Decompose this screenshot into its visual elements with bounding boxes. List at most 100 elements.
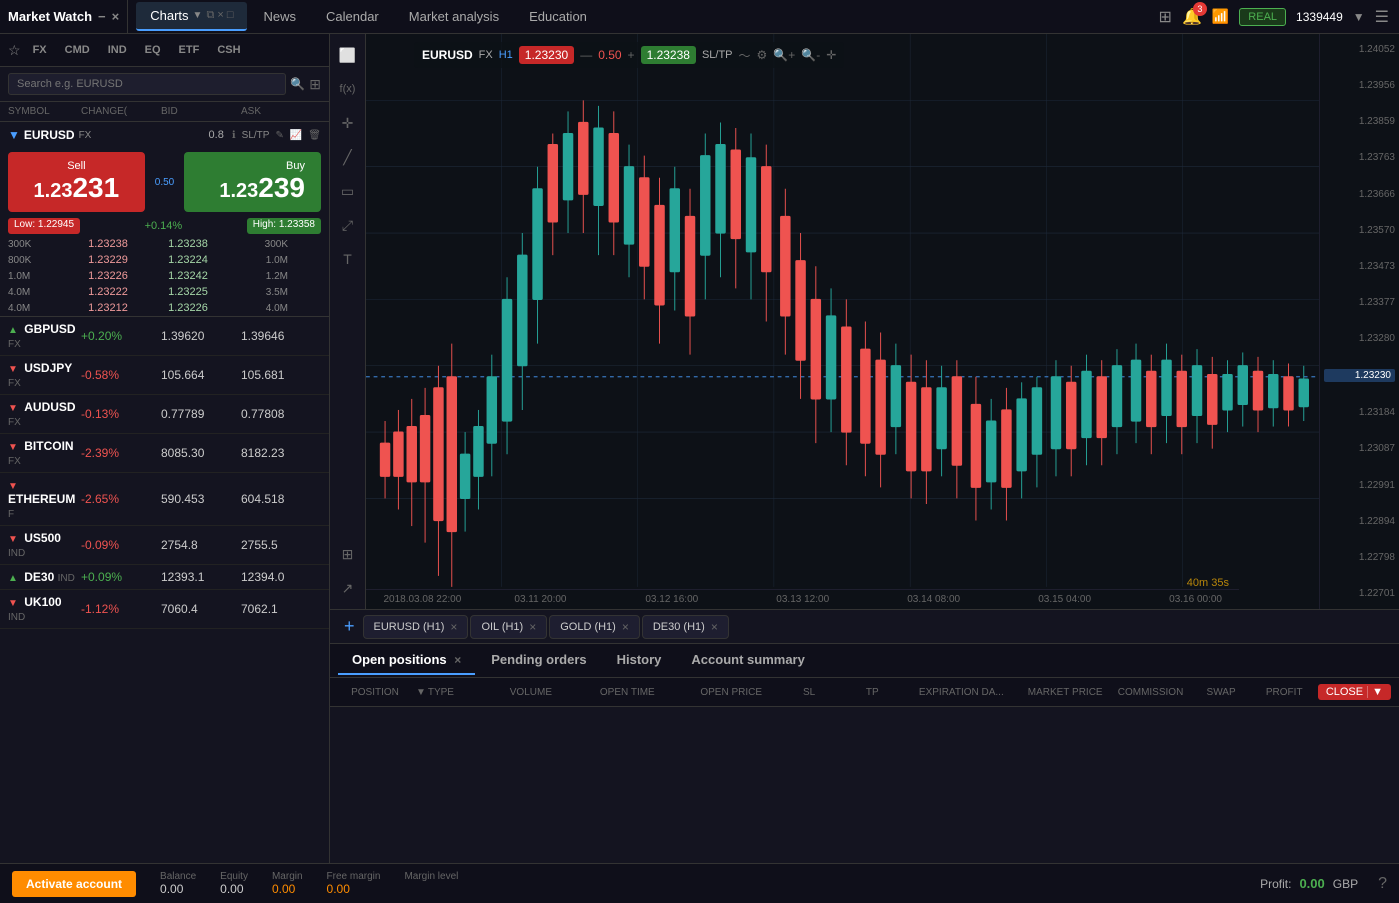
chart-tab-gold-close[interactable]: × (622, 620, 629, 634)
chart-icon[interactable]: 📈 (290, 130, 302, 141)
chart-settings-icon[interactable]: ⚙ (757, 48, 768, 62)
high-price-label: High: 1.23358 (247, 218, 321, 234)
minimize-icon[interactable]: − (98, 9, 106, 24)
tab-account-summary[interactable]: Account summary (677, 646, 818, 675)
account-summary-label: Account summary (691, 652, 804, 667)
footer-right: Profit: 0.00 GBP ? (1260, 875, 1387, 893)
activate-account-button[interactable]: Activate account (12, 871, 136, 897)
star-icon[interactable]: ☆ (8, 42, 21, 59)
instrument-usdjpy[interactable]: ▼ USDJPY FX -0.58% 105.664 105.681 (0, 356, 329, 395)
chart-tab-de30[interactable]: DE30 (H1) × (642, 615, 729, 639)
margin-value: 0.00 (272, 882, 303, 896)
share-tool[interactable]: ↗ (335, 575, 361, 601)
chart-draw-icon[interactable]: 〜 (739, 47, 751, 64)
bitcoin-arrow: ▼ (8, 442, 18, 453)
tab-education[interactable]: Education (515, 3, 601, 30)
date-label-4: 03.14 08:00 (907, 594, 960, 605)
crosshair-tool[interactable]: ✛ (335, 110, 361, 136)
tab-calendar[interactable]: Calendar (312, 3, 393, 30)
edit-icon[interactable]: ✎ (275, 130, 283, 141)
pending-orders-label: Pending orders (491, 652, 586, 667)
charts-dropdown-icon[interactable]: ▼ (193, 10, 203, 21)
chart-zoom-out-icon[interactable]: 🔍- (801, 48, 820, 62)
chart-tab-oil[interactable]: OIL (H1) × (470, 615, 547, 639)
tab-open-positions[interactable]: Open positions × (338, 646, 475, 675)
col-symbol: SYMBOL (8, 106, 81, 117)
chart-buy-price: 1.23238 (641, 46, 696, 64)
instrument-uk100[interactable]: ▼ UK100 IND -1.12% 7060.4 7062.1 (0, 590, 329, 629)
tab-charts[interactable]: Charts ▼ ⧉ × □ (136, 2, 247, 31)
tab-news[interactable]: News (249, 3, 310, 30)
date-label-6: 03.16 00:00 (1169, 594, 1222, 605)
cat-tab-etf[interactable]: ETF (171, 40, 208, 60)
chart-tab-de30-close[interactable]: × (711, 620, 718, 634)
close-icon[interactable]: × (112, 9, 120, 24)
tab-history[interactable]: History (603, 646, 676, 675)
chart-tab-oil-close[interactable]: × (529, 620, 536, 634)
info-icon[interactable]: ℹ (232, 130, 236, 141)
line-tool[interactable]: ╱ (335, 144, 361, 170)
cat-tab-csh[interactable]: CSH (209, 40, 248, 60)
chart-sltp[interactable]: SL/TP (702, 49, 733, 61)
history-label: History (617, 652, 662, 667)
depth-row-4: 4.0M 1.23222 1.23225 3.5M (0, 284, 329, 300)
chart-date-axis: 2018.03.08 22:00 03.11 20:00 03.12 16:00… (366, 589, 1239, 609)
grid-view-icon[interactable]: ⊞ (309, 76, 321, 93)
function-tool[interactable]: f(x) (335, 76, 361, 102)
wifi-icon: 📶 (1212, 8, 1229, 25)
rectangle-tool[interactable]: ▭ (335, 178, 361, 204)
sell-button[interactable]: Sell 1.23231 (8, 152, 145, 212)
chart-tag: FX (479, 49, 493, 61)
eurusd-header-row[interactable]: ▼ EURUSD FX 0.8 ℹ SL/TP ✎ 📈 🗑 (0, 122, 329, 148)
layers-tool[interactable]: ⊞ (335, 541, 361, 567)
buy-button[interactable]: Buy 1.23239 (184, 152, 321, 212)
text-tool[interactable]: T (335, 246, 361, 272)
instrument-us500[interactable]: ▼ US500 IND -0.09% 2754.8 2755.5 (0, 526, 329, 565)
instrument-audusd[interactable]: ▼ AUDUSD FX -0.13% 0.77789 0.77808 (0, 395, 329, 434)
instrument-gbpusd[interactable]: ▲ GBPUSD FX +0.20% 1.39620 1.39646 (0, 317, 329, 356)
chart-timeframe[interactable]: H1 (499, 49, 513, 61)
chart-zoom-in-icon[interactable]: 🔍+ (773, 48, 795, 62)
notification-bell[interactable]: 🔔 3 (1182, 7, 1202, 27)
tab-market-analysis[interactable]: Market analysis (395, 3, 513, 30)
center-panel: ⬜ f(x) ✛ ╱ ▭ ⤢ T ⊞ ↗ EURUSD FX H1 1.2323… (330, 34, 1399, 863)
price-labels: Low: 1.22945 +0.14% High: 1.23358 (0, 216, 329, 236)
close-dropdown-icon[interactable]: ▼ (1367, 686, 1383, 698)
account-dropdown-icon[interactable]: ▼ (1353, 10, 1365, 24)
cat-tab-fx[interactable]: FX (25, 40, 55, 60)
chart-canvas[interactable]: EURUSD FX H1 1.23230 — 0.50 + 1.23238 SL… (366, 34, 1319, 609)
eurusd-spread: 0.8 (209, 129, 224, 141)
cursor-tool[interactable]: ⬜ (335, 42, 361, 68)
add-chart-tab-button[interactable]: + (338, 616, 361, 637)
chart-timer: 40m 35s (1187, 577, 1229, 589)
open-positions-close[interactable]: × (454, 653, 461, 667)
price-13: 1.22894 (1324, 516, 1395, 527)
chart-crosshair-icon[interactable]: ✛ (826, 48, 836, 62)
price-1: 1.24052 (1324, 44, 1395, 55)
ethereum-arrow: ▼ (8, 481, 18, 492)
close-all-button[interactable]: CLOSE ▼ (1318, 684, 1391, 700)
search-icon[interactable]: 🔍 (290, 77, 305, 91)
search-input[interactable] (8, 73, 286, 95)
chart-spread: 0.50 (598, 48, 621, 62)
footer-balance: Balance 0.00 (160, 871, 196, 896)
tab-pending-orders[interactable]: Pending orders (477, 646, 600, 675)
chart-tab-eurusd[interactable]: EURUSD (H1) × (363, 615, 469, 639)
chart-tab-eurusd-close[interactable]: × (450, 620, 457, 634)
cat-tab-eq[interactable]: EQ (137, 40, 169, 60)
top-navigation: Market Watch − × Charts ▼ ⧉ × □ News Cal… (0, 0, 1399, 34)
us500-arrow: ▼ (8, 534, 18, 545)
delete-icon[interactable]: 🗑 (308, 130, 321, 141)
measure-tool[interactable]: ⤢ (335, 212, 361, 238)
instrument-de30[interactable]: ▲ DE30 IND +0.09% 12393.1 12394.0 (0, 565, 329, 590)
instrument-bitcoin[interactable]: ▼ BITCOIN FX -2.39% 8085.30 8182.23 (0, 434, 329, 473)
chart-tab-gold[interactable]: GOLD (H1) × (549, 615, 640, 639)
instrument-ethereum[interactable]: ▼ ETHEREUM F -2.65% 590.453 604.518 (0, 473, 329, 526)
cat-tab-ind[interactable]: IND (100, 40, 135, 60)
notification-count: 3 (1193, 2, 1207, 16)
help-icon[interactable]: ? (1378, 875, 1387, 893)
hamburger-menu-icon[interactable]: ☰ (1375, 7, 1389, 27)
layout-icon[interactable]: ⊞ (1159, 7, 1172, 27)
col-tp: TP (843, 687, 902, 698)
cat-tab-cmd[interactable]: CMD (57, 40, 98, 60)
